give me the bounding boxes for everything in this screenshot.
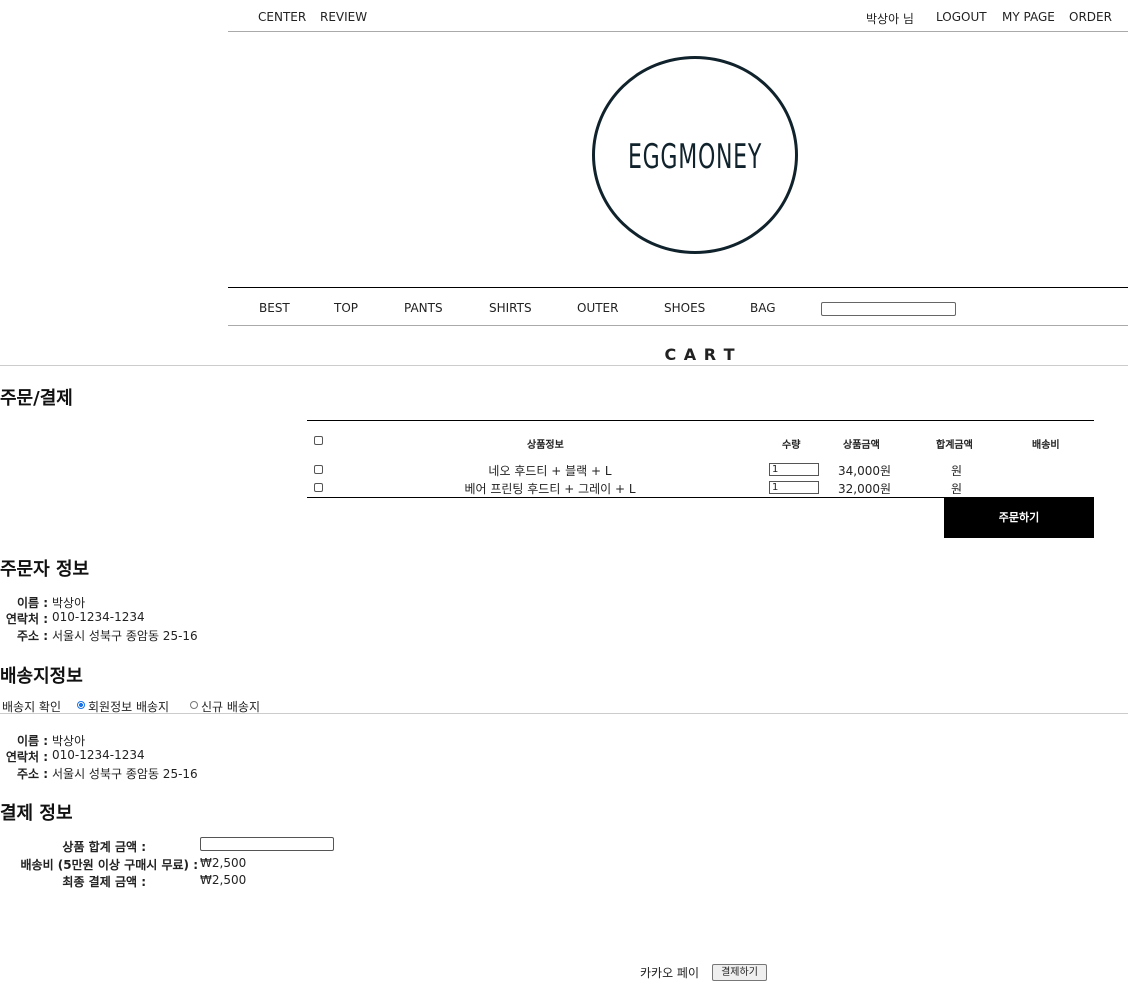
new-address-radio[interactable] <box>190 701 198 709</box>
shipping-fee-value: ₩2,500 <box>200 856 247 870</box>
orderer-phone: 010-1234-1234 <box>52 610 145 624</box>
order-button[interactable]: 주문하기 <box>944 497 1094 538</box>
kakao-pay-label: 카카오 페이 <box>640 966 700 980</box>
delivery-address-label: 주소 : <box>16 767 48 781</box>
payment-title: 결제 정보 <box>0 803 73 824</box>
search-input[interactable] <box>821 302 956 316</box>
nav-shirts[interactable]: SHIRTS <box>489 301 532 315</box>
delivery-address: 서울시 성북구 종암동 25-16 <box>52 767 198 781</box>
logo[interactable]: EGGMONEY <box>592 56 798 254</box>
nav-best[interactable]: BEST <box>259 301 290 315</box>
delivery-name-label: 이름 : <box>16 734 48 748</box>
order-link[interactable]: ORDER <box>1069 10 1112 24</box>
logout-link[interactable]: LOGOUT <box>936 10 987 24</box>
header-total: 합계금액 <box>936 440 973 451</box>
nav-outer[interactable]: OUTER <box>577 301 618 315</box>
cart-table-top-border <box>307 420 1094 421</box>
shipping-fee-label: 배송비 (5만원 이상 구매시 무료) : <box>20 858 199 872</box>
top-divider <box>228 31 1128 32</box>
center-link[interactable]: CENTER <box>258 10 306 24</box>
header-product: 상품정보 <box>527 440 564 451</box>
row-checkbox[interactable] <box>314 465 323 474</box>
heading-divider <box>0 365 1128 366</box>
orderer-phone-label: 연락처 : <box>5 612 48 626</box>
orderer-address: 서울시 성북구 종암동 25-16 <box>52 629 198 643</box>
header-shipping: 배송비 <box>1032 440 1060 451</box>
product-name: 베어 프린팅 후드티 + 그레이 + L <box>464 482 636 496</box>
page-title: C A R T <box>664 345 736 364</box>
delivery-name: 박상아 <box>52 734 86 748</box>
header-qty: 수량 <box>782 440 801 451</box>
nav-pants[interactable]: PANTS <box>404 301 443 315</box>
nav-bag[interactable]: BAG <box>750 301 776 315</box>
final-amount-value: ₩2,500 <box>200 873 247 887</box>
review-link[interactable]: REVIEW <box>320 10 367 24</box>
final-amount-label: 최종 결제 금액 : <box>62 875 146 889</box>
product-name: 네오 후드티 + 블랙 + L <box>488 464 612 478</box>
mainnav-bottom-border <box>228 325 1128 326</box>
delivery-title: 배송지정보 <box>0 666 83 687</box>
member-address-radio[interactable] <box>77 701 85 709</box>
mainnav-top-border <box>228 287 1128 288</box>
subtotal-label: 상품 합계 금액 : <box>62 840 146 854</box>
row-checkbox[interactable] <box>314 483 323 492</box>
orderer-address-label: 주소 : <box>16 629 48 643</box>
row-total: 원 <box>951 464 963 478</box>
row-total: 원 <box>951 482 963 496</box>
nav-shoes[interactable]: SHOES <box>664 301 705 315</box>
header-price: 상품금액 <box>843 440 880 451</box>
nav-top[interactable]: TOP <box>334 301 358 315</box>
quantity-input[interactable]: 1 <box>769 463 819 476</box>
select-all-checkbox[interactable] <box>314 436 323 445</box>
quantity-input[interactable]: 1 <box>769 481 819 494</box>
mypage-link[interactable]: MY PAGE <box>1002 10 1055 24</box>
orderer-name-label: 이름 : <box>16 596 48 610</box>
delivery-phone: 010-1234-1234 <box>52 748 145 762</box>
order-title: 주문/결제 <box>0 388 73 409</box>
user-greeting: 박상아 님 <box>866 12 914 26</box>
product-price: 34,000원 <box>838 464 892 478</box>
delivery-phone-label: 연락처 : <box>5 750 48 764</box>
product-price: 32,000원 <box>838 482 892 496</box>
delivery-divider <box>0 713 1128 714</box>
pay-button[interactable]: 결제하기 <box>712 964 767 981</box>
orderer-name: 박상아 <box>52 596 86 610</box>
orderer-title: 주문자 정보 <box>0 559 90 580</box>
subtotal-field[interactable] <box>200 837 334 851</box>
logo-text: EGGMONEY <box>628 137 762 177</box>
